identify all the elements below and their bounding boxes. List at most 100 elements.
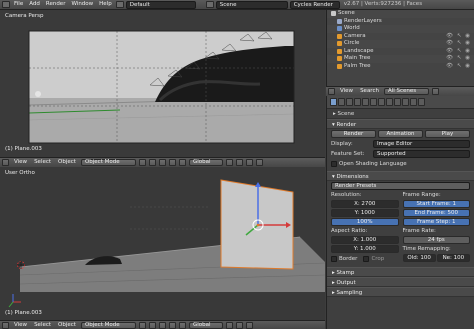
menu-file[interactable]: File: [12, 1, 25, 8]
layers-tab-icon[interactable]: [338, 98, 345, 106]
display-mode-selector[interactable]: All Scenes: [383, 88, 429, 95]
texture-tab-icon[interactable]: [402, 98, 409, 106]
visibility-icon[interactable]: 👁 ↖ ◉: [446, 33, 471, 41]
menu-help[interactable]: Help: [97, 1, 114, 8]
editor-type-icon[interactable]: [2, 159, 9, 166]
render-panel-header[interactable]: ▾ Render: [327, 119, 474, 129]
world-tab-icon[interactable]: [354, 98, 361, 106]
remap-old-field[interactable]: Old: 100: [402, 254, 436, 262]
menu-select[interactable]: Select: [32, 159, 53, 166]
visibility-icon[interactable]: 👁 ↖ ◉: [446, 55, 471, 63]
render-presets-select[interactable]: Render Presets: [331, 182, 470, 190]
sampling-panel-title: Sampling: [336, 290, 363, 296]
scene-tab-icon[interactable]: [346, 98, 353, 106]
layers-icon[interactable]: [225, 159, 233, 166]
mode-selector[interactable]: Object Mode: [80, 159, 136, 166]
snap-icon[interactable]: [235, 159, 243, 166]
scene-selector[interactable]: Scene: [215, 0, 288, 9]
animation-button[interactable]: Animation: [378, 130, 423, 138]
menu-render[interactable]: Render: [44, 1, 68, 8]
feature-set-select[interactable]: Supported: [373, 150, 470, 158]
end-frame-field[interactable]: End Frame: 500: [402, 209, 470, 217]
editor-type-icon[interactable]: [2, 321, 9, 329]
outliner-item[interactable]: Circle 👁 ↖ ◉: [327, 40, 474, 48]
menu-add[interactable]: Add: [27, 1, 42, 8]
search-icon[interactable]: [431, 88, 439, 95]
constraints-tab-icon[interactable]: [370, 98, 377, 106]
translate-icon[interactable]: [168, 159, 176, 166]
manipulator-icon[interactable]: [158, 321, 166, 329]
properties-tabs: [327, 96, 474, 109]
snap-icon[interactable]: [235, 321, 243, 329]
screen-layout-icon[interactable]: [115, 1, 124, 8]
translate-icon[interactable]: [168, 321, 176, 329]
output-panel-header[interactable]: ▸ Output: [327, 277, 474, 287]
scene-icon[interactable]: [205, 1, 214, 8]
render-button[interactable]: Render: [331, 130, 376, 138]
dimensions-panel-header[interactable]: ▾ Dimensions: [327, 171, 474, 181]
camera-view-canvas: [0, 10, 325, 157]
layout-selector[interactable]: Default: [125, 0, 196, 9]
menu-object[interactable]: Object: [56, 322, 78, 329]
fps-select[interactable]: 24 fps: [402, 236, 470, 244]
outliner-item[interactable]: World: [327, 25, 474, 33]
resolution-x-field[interactable]: X: 2700: [331, 200, 399, 208]
editor-type-icon[interactable]: [2, 1, 10, 8]
menu-view[interactable]: View: [12, 159, 29, 166]
stamp-panel-header[interactable]: ▸ Stamp: [327, 267, 474, 277]
render-icon[interactable]: [245, 321, 253, 329]
render-tab-icon[interactable]: [330, 98, 337, 106]
outliner-item[interactable]: Scene: [327, 10, 474, 18]
editor-type-icon[interactable]: [328, 88, 335, 95]
border-checkbox[interactable]: [331, 256, 337, 262]
orientation-selector[interactable]: Global: [188, 159, 223, 166]
menu-select[interactable]: Select: [32, 322, 53, 329]
3d-viewport-user[interactable]: User Ortho (1) Plane.003: [0, 167, 325, 320]
aspect-y-field[interactable]: Y: 1.000: [331, 245, 399, 253]
menu-view[interactable]: View: [12, 322, 29, 329]
pivot-icon[interactable]: [148, 159, 156, 166]
mode-selector[interactable]: Object Mode: [80, 321, 136, 329]
menu-object[interactable]: Object: [56, 159, 78, 166]
material-tab-icon[interactable]: [394, 98, 401, 106]
object-tab-icon[interactable]: [362, 98, 369, 106]
orientation-selector[interactable]: Global: [188, 321, 223, 329]
rotate-icon[interactable]: [178, 159, 186, 166]
data-tab-icon[interactable]: [386, 98, 393, 106]
outliner-item[interactable]: Main Tree 👁 ↖ ◉: [327, 55, 474, 63]
outliner-item[interactable]: RenderLayers: [327, 18, 474, 26]
resolution-y-field[interactable]: Y: 1000: [331, 209, 399, 217]
outliner-item[interactable]: Landscape 👁 ↖ ◉: [327, 48, 474, 56]
play-button[interactable]: Play: [425, 130, 470, 138]
pivot-icon[interactable]: [148, 321, 156, 329]
outliner-item[interactable]: Camera 👁 ↖ ◉: [327, 33, 474, 41]
manipulator-icon[interactable]: [158, 159, 166, 166]
visibility-icon[interactable]: 👁 ↖ ◉: [446, 40, 471, 48]
sampling-panel-header[interactable]: ▸ Sampling: [327, 287, 474, 297]
display-select[interactable]: Image Editor: [373, 140, 470, 148]
menu-view[interactable]: View: [338, 88, 355, 95]
menu-search[interactable]: Search: [358, 88, 381, 95]
visibility-icon[interactable]: 👁 ↖ ◉: [446, 63, 471, 71]
proportional-icon[interactable]: [245, 159, 253, 166]
frame-step-field[interactable]: Frame Step: 1: [402, 218, 470, 226]
aspect-x-field[interactable]: X: 1.000: [331, 236, 399, 244]
modifiers-tab-icon[interactable]: [378, 98, 385, 106]
rotate-icon[interactable]: [178, 321, 186, 329]
start-frame-field[interactable]: Start Frame: 1: [402, 200, 470, 208]
3d-viewport-camera[interactable]: Camera Persp (1) Plane.003: [0, 10, 325, 157]
menu-window[interactable]: Window: [69, 1, 95, 8]
outliner-item[interactable]: Palm Tree 👁 ↖ ◉: [327, 63, 474, 71]
physics-tab-icon[interactable]: [418, 98, 425, 106]
resolution-percent-slider[interactable]: 100%: [331, 218, 399, 226]
crop-checkbox[interactable]: [363, 256, 370, 262]
particles-tab-icon[interactable]: [410, 98, 417, 106]
layers-icon[interactable]: [225, 321, 233, 329]
render-icon[interactable]: [255, 159, 263, 166]
shading-icon[interactable]: [138, 321, 146, 329]
visibility-icon[interactable]: 👁 ↖ ◉: [446, 48, 471, 56]
render-engine-selector[interactable]: Cycles Render: [289, 0, 340, 9]
shading-icon[interactable]: [138, 159, 146, 166]
remap-new-field[interactable]: Ne: 100: [436, 254, 470, 262]
osl-checkbox[interactable]: [331, 161, 337, 167]
